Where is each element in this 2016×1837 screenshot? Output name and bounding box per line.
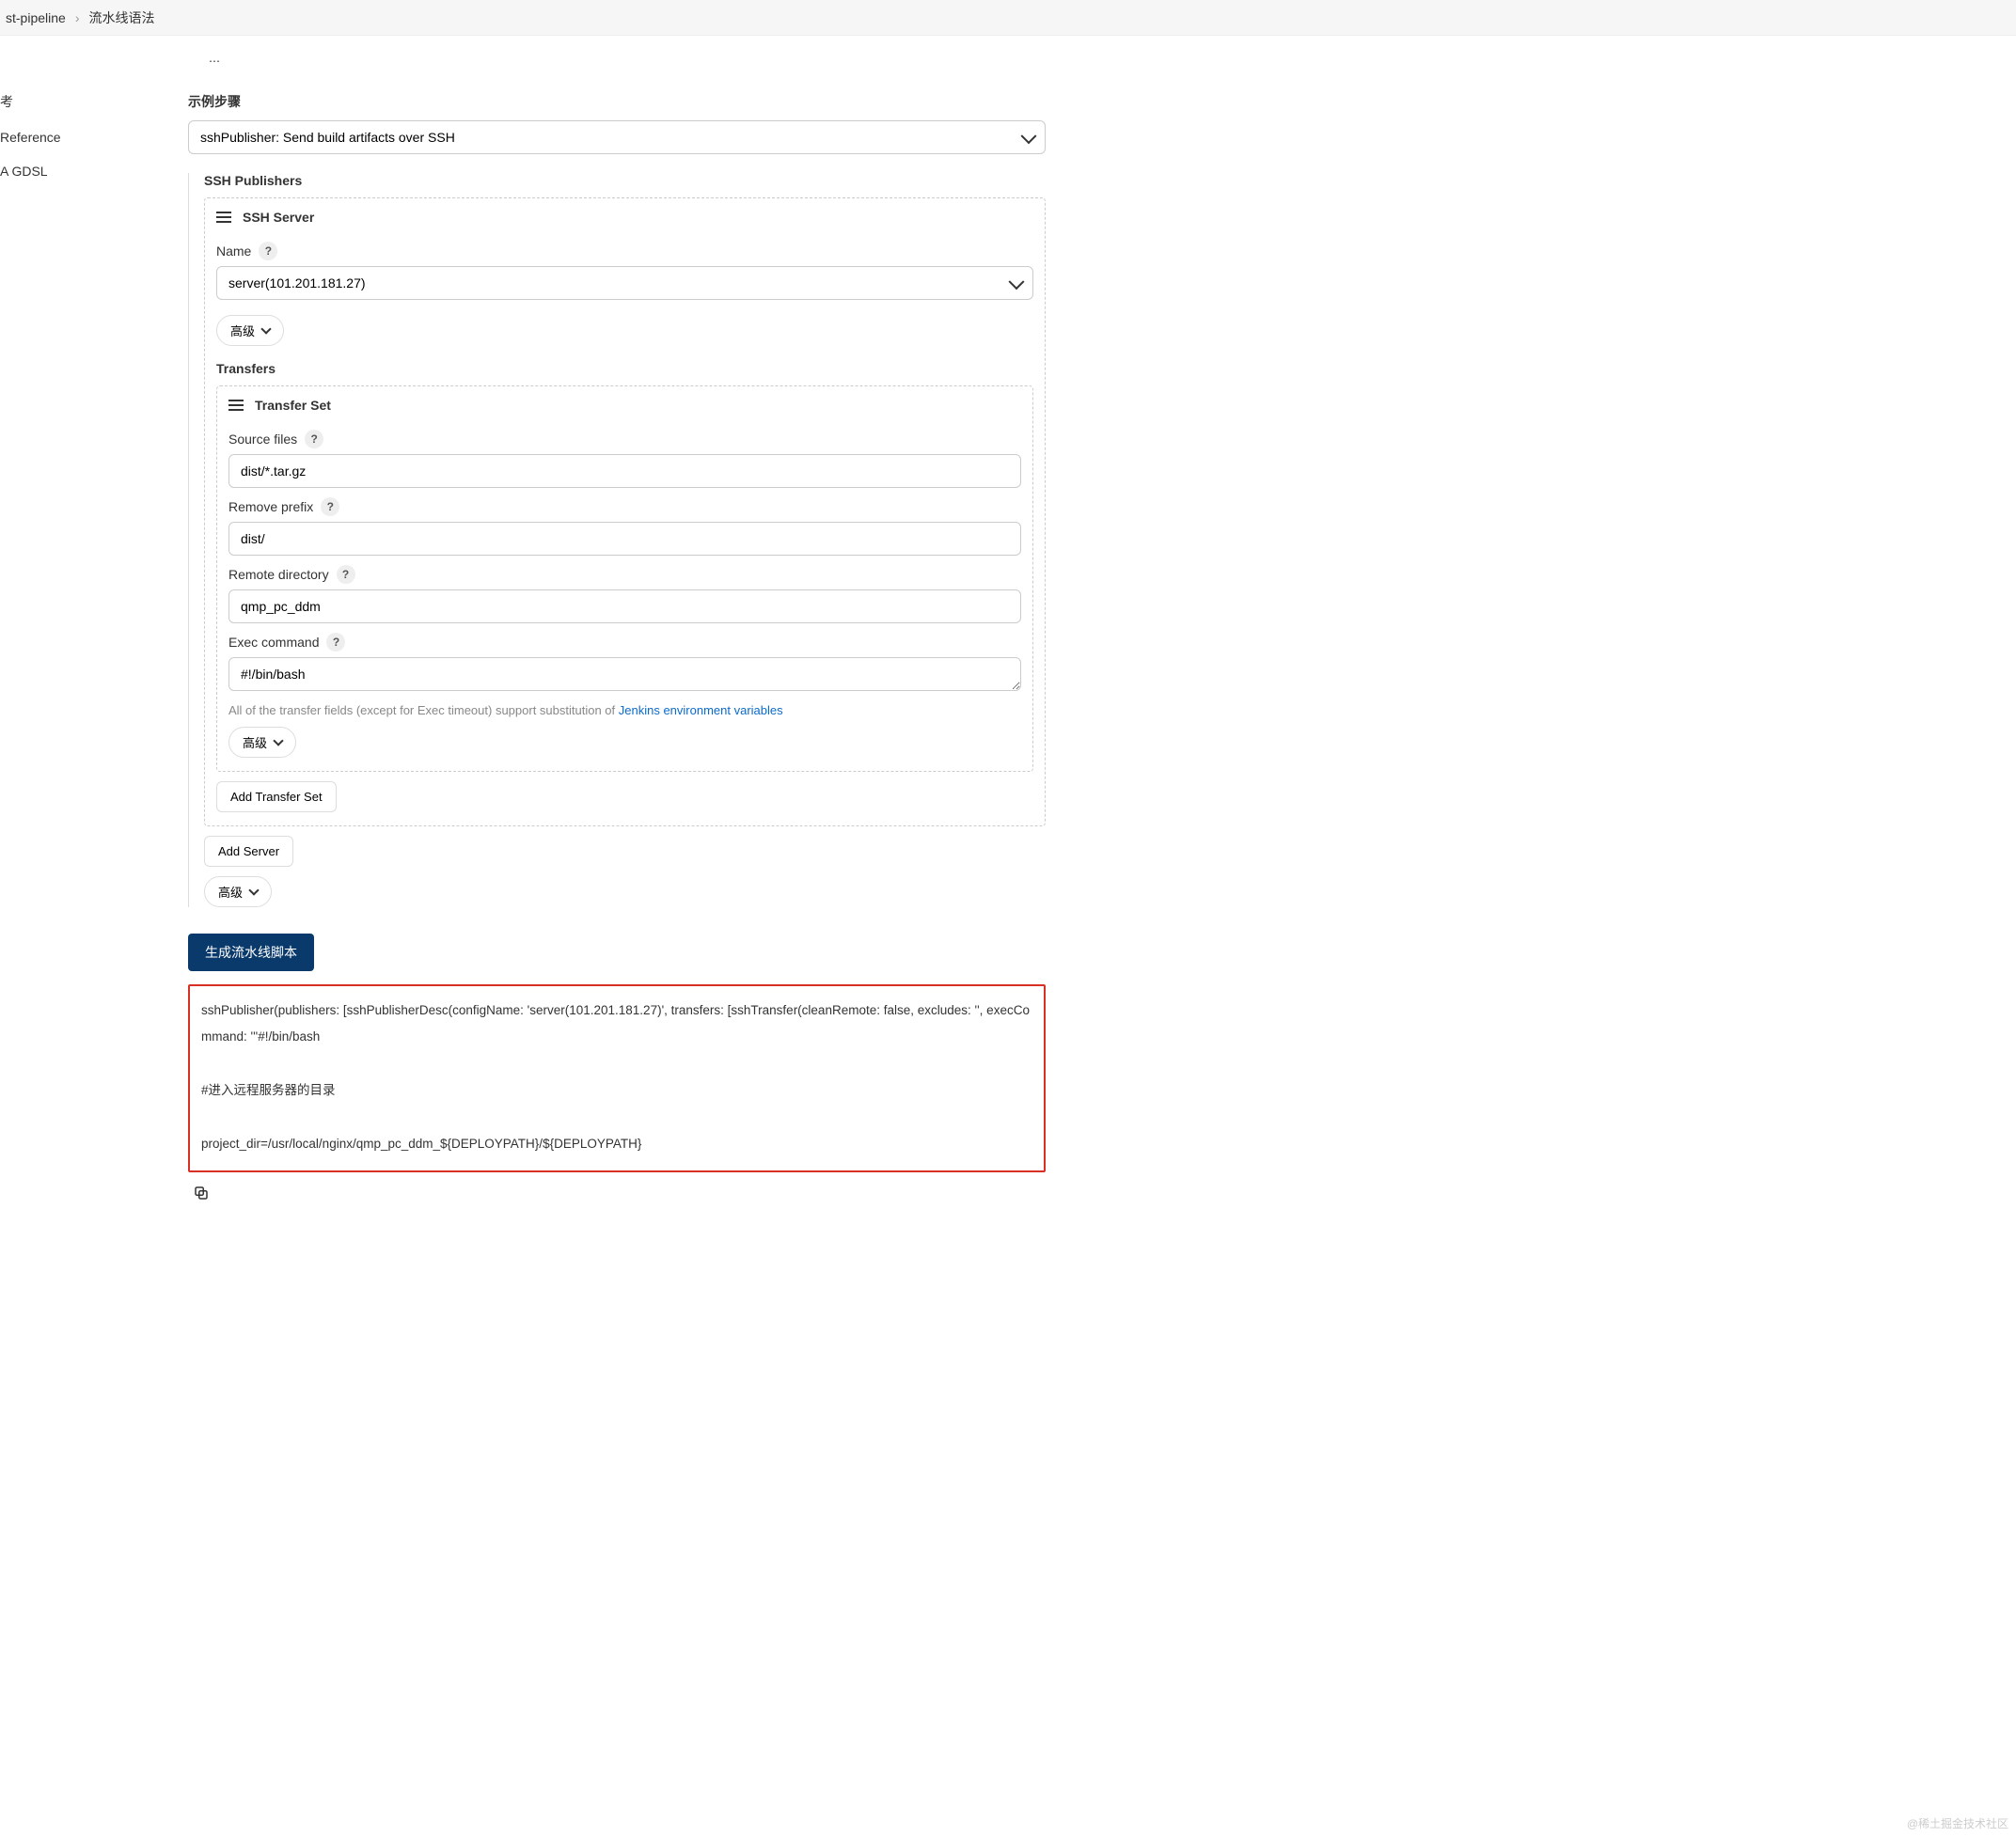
transfer-set-box: Transfer Set Source files ? Remove prefi… bbox=[216, 385, 1033, 772]
chevron-down-icon bbox=[273, 735, 283, 746]
breadcrumb-separator: › bbox=[71, 10, 84, 25]
remove-prefix-input[interactable] bbox=[228, 522, 1021, 556]
server-name-select[interactable]: server(101.201.181.27) bbox=[216, 266, 1033, 300]
hint-text: All of the transfer fields (except for E… bbox=[228, 703, 1021, 717]
source-files-input[interactable] bbox=[228, 454, 1021, 488]
help-icon[interactable]: ? bbox=[305, 430, 323, 448]
help-icon[interactable]: ? bbox=[337, 565, 355, 584]
advanced-button[interactable]: 高级 bbox=[204, 876, 272, 907]
nav-link-gdsl[interactable]: A GDSL bbox=[0, 154, 169, 188]
name-label: Name bbox=[216, 243, 251, 259]
nav-link-guide[interactable]: 考 bbox=[0, 83, 169, 120]
advanced-button[interactable]: 高级 bbox=[228, 727, 296, 758]
sample-step-select[interactable]: sshPublisher: Send build artifacts over … bbox=[188, 120, 1046, 154]
remote-directory-input[interactable] bbox=[228, 589, 1021, 623]
add-transfer-set-button[interactable]: Add Transfer Set bbox=[216, 781, 337, 812]
exec-command-label: Exec command bbox=[228, 635, 319, 650]
ssh-server-title: SSH Server bbox=[243, 210, 314, 225]
generate-pipeline-script-button[interactable]: 生成流水线脚本 bbox=[188, 934, 314, 971]
ssh-publishers-label: SSH Publishers bbox=[204, 173, 1046, 188]
source-files-label: Source files bbox=[228, 432, 297, 447]
add-server-button[interactable]: Add Server bbox=[204, 836, 293, 867]
generated-script-output[interactable]: sshPublisher(publishers: [sshPublisherDe… bbox=[188, 984, 1046, 1172]
chevron-down-icon bbox=[248, 885, 259, 895]
watermark: @稀土掘金技术社区 bbox=[1907, 1815, 2008, 1831]
exec-command-textarea[interactable] bbox=[228, 657, 1021, 691]
breadcrumb: st-pipeline › 流水线语法 bbox=[0, 0, 2016, 36]
sample-step-label: 示例步骤 bbox=[188, 92, 1046, 111]
breadcrumb-item[interactable]: st-pipeline bbox=[0, 10, 71, 25]
drag-handle-icon[interactable] bbox=[228, 400, 244, 411]
main-content: ⋯ 示例步骤 sshPublisher: Send build artifact… bbox=[169, 36, 1072, 1206]
transfer-set-title: Transfer Set bbox=[255, 398, 331, 413]
breadcrumb-item[interactable]: 流水线语法 bbox=[84, 8, 161, 27]
nav-link-reference[interactable]: Reference bbox=[0, 120, 169, 154]
help-icon[interactable]: ? bbox=[321, 497, 339, 516]
drag-handle-icon[interactable] bbox=[216, 212, 231, 223]
ssh-server-box: SSH Server Name ? server(101.201.181.27)… bbox=[204, 197, 1046, 826]
transfers-label: Transfers bbox=[216, 361, 1033, 376]
chevron-down-icon bbox=[260, 323, 271, 334]
advanced-button[interactable]: 高级 bbox=[216, 315, 284, 346]
remote-directory-label: Remote directory bbox=[228, 567, 329, 582]
remove-prefix-label: Remove prefix bbox=[228, 499, 313, 514]
copy-icon bbox=[193, 1185, 210, 1201]
env-vars-link[interactable]: Jenkins environment variables bbox=[619, 703, 783, 717]
left-sidebar: 考 Reference A GDSL bbox=[0, 36, 169, 188]
help-icon[interactable]: ? bbox=[326, 633, 345, 652]
truncated-indicator: ⋯ bbox=[188, 55, 1046, 75]
help-icon[interactable]: ? bbox=[259, 242, 277, 260]
copy-button[interactable] bbox=[188, 1180, 214, 1206]
